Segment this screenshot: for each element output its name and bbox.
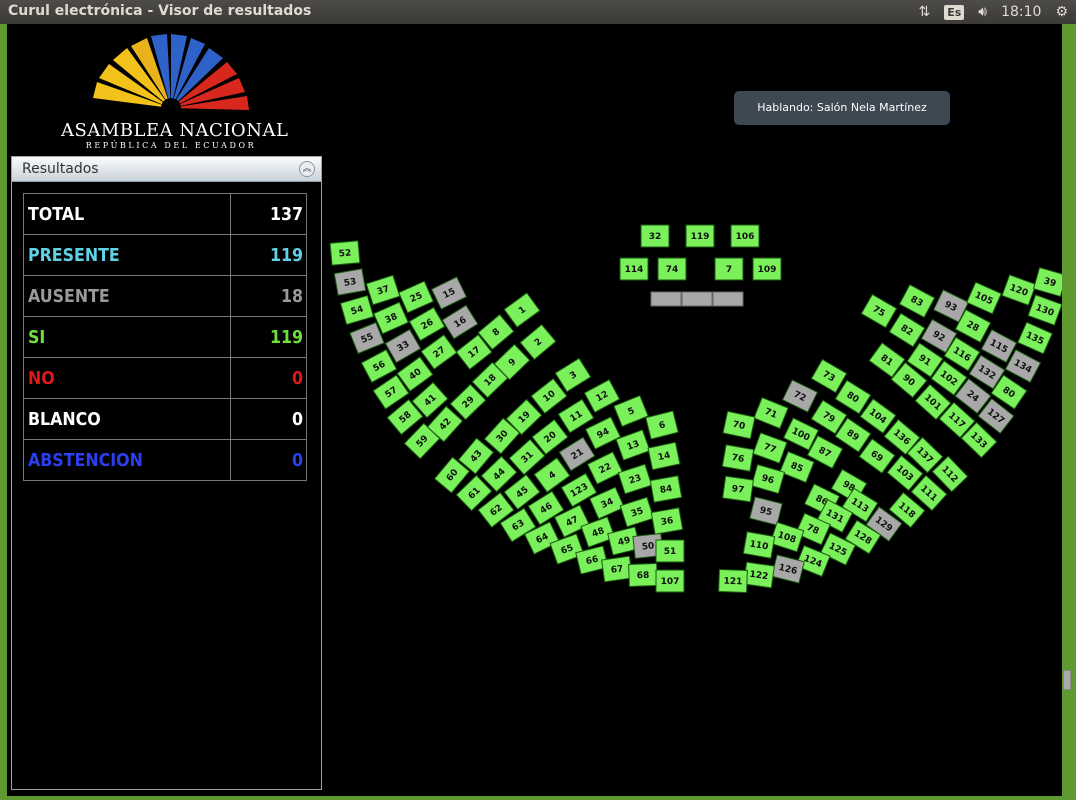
- seat-106[interactable]: 106: [730, 224, 760, 248]
- seat-84[interactable]: 84: [649, 475, 683, 503]
- seat-14[interactable]: 14: [647, 441, 681, 471]
- seat-121[interactable]: 121: [718, 569, 748, 593]
- seat-37[interactable]: 37: [365, 274, 401, 306]
- seat-35[interactable]: 35: [619, 496, 655, 528]
- seat-55[interactable]: 55: [349, 321, 385, 355]
- seat-83[interactable]: 83: [898, 284, 936, 318]
- gear-power-icon[interactable]: ⚙: [1055, 4, 1068, 20]
- seat-77[interactable]: 77: [752, 432, 788, 464]
- seat-39[interactable]: 39: [1032, 266, 1062, 298]
- seat-2[interactable]: 2: [519, 323, 557, 361]
- seat-52[interactable]: 52: [329, 240, 361, 266]
- seat-number: 67: [610, 564, 624, 576]
- keyboard-language-indicator[interactable]: Es: [944, 4, 965, 20]
- system-tray: ⇅ Es 🔊︎ 18:10 ⚙: [918, 0, 1068, 24]
- volume-icon[interactable]: 🔊︎: [978, 4, 987, 20]
- seat-97[interactable]: 97: [722, 475, 754, 503]
- seat-51[interactable]: 51: [655, 539, 685, 563]
- seat-25[interactable]: 25: [398, 280, 434, 314]
- seat-32[interactable]: 32: [640, 224, 670, 248]
- seat-68[interactable]: 68: [628, 563, 658, 587]
- seat-75[interactable]: 75: [860, 293, 898, 329]
- resize-grip[interactable]: [1063, 670, 1071, 690]
- seat-74[interactable]: 74: [657, 257, 687, 281]
- seat-76[interactable]: 76: [721, 444, 755, 472]
- seat-36[interactable]: 36: [650, 507, 684, 535]
- seat-53[interactable]: 53: [333, 268, 367, 296]
- seat-6[interactable]: 6: [645, 410, 679, 440]
- clock[interactable]: 18:10: [1001, 4, 1041, 20]
- seat-number: 106: [736, 232, 755, 242]
- seat-16[interactable]: 16: [441, 304, 479, 340]
- seat-107[interactable]: 107: [655, 569, 685, 593]
- seat-130[interactable]: 130: [1027, 294, 1062, 326]
- seat-number: 109: [758, 265, 777, 275]
- seat-number: 97: [731, 484, 745, 496]
- seat-26[interactable]: 26: [408, 306, 446, 342]
- seat-82[interactable]: 82: [888, 312, 926, 348]
- seat-23[interactable]: 23: [617, 463, 653, 495]
- seat-number: 114: [625, 265, 644, 275]
- seat-5[interactable]: 5: [613, 394, 649, 428]
- seat-105[interactable]: 105: [966, 281, 1002, 315]
- seat-number: 50: [641, 541, 655, 552]
- network-arrows-icon[interactable]: ⇅: [918, 4, 930, 20]
- seat-110[interactable]: 110: [742, 531, 776, 559]
- seat-54[interactable]: 54: [339, 294, 375, 326]
- seat-67[interactable]: 67: [601, 555, 633, 583]
- seat-114[interactable]: 114: [619, 257, 649, 281]
- seat-94[interactable]: 94: [584, 416, 622, 450]
- seat-71[interactable]: 71: [753, 396, 789, 430]
- seat-72[interactable]: 72: [781, 379, 819, 413]
- seat-number: 107: [661, 577, 680, 587]
- results-viewer: ASAMBLEA NACIONAL REPÚBLICA DEL ECUADOR …: [7, 24, 1062, 796]
- seat-number: 119: [691, 232, 710, 242]
- seat-number: 51: [664, 547, 677, 557]
- seat-27[interactable]: 27: [420, 334, 458, 370]
- seat-number: 52: [338, 248, 351, 259]
- seat-122[interactable]: 122: [743, 561, 775, 589]
- seat-number: 7: [726, 265, 732, 275]
- seat-13[interactable]: 13: [615, 429, 651, 461]
- seat-number: 121: [723, 577, 742, 588]
- seat-96[interactable]: 96: [750, 463, 786, 495]
- seat-7[interactable]: 7: [714, 257, 744, 281]
- seat-135[interactable]: 135: [1017, 321, 1053, 355]
- seat-109[interactable]: 109: [752, 257, 782, 281]
- seat-95[interactable]: 95: [749, 496, 783, 526]
- seat-70[interactable]: 70: [722, 410, 756, 440]
- seat-119[interactable]: 119: [685, 224, 715, 248]
- seat-15[interactable]: 15: [430, 276, 468, 310]
- seat-69[interactable]: 69: [858, 438, 896, 474]
- seat-map: 32 119 106114 74 7 10952535455565758593738334…: [329, 224, 1062, 593]
- seat-number: 74: [666, 265, 679, 275]
- seat-3[interactable]: 3: [554, 357, 592, 393]
- presidium-desk: [650, 291, 744, 307]
- seat-number: 32: [649, 232, 662, 242]
- seat-73[interactable]: 73: [810, 358, 848, 394]
- seat-number: 68: [637, 571, 650, 581]
- seat-120[interactable]: 120: [1001, 274, 1037, 306]
- window-title: Curul electrónica - Visor de resultados: [8, 3, 312, 19]
- seat-1[interactable]: 1: [503, 292, 541, 328]
- title-bar: Curul electrónica - Visor de resultados …: [0, 0, 1076, 24]
